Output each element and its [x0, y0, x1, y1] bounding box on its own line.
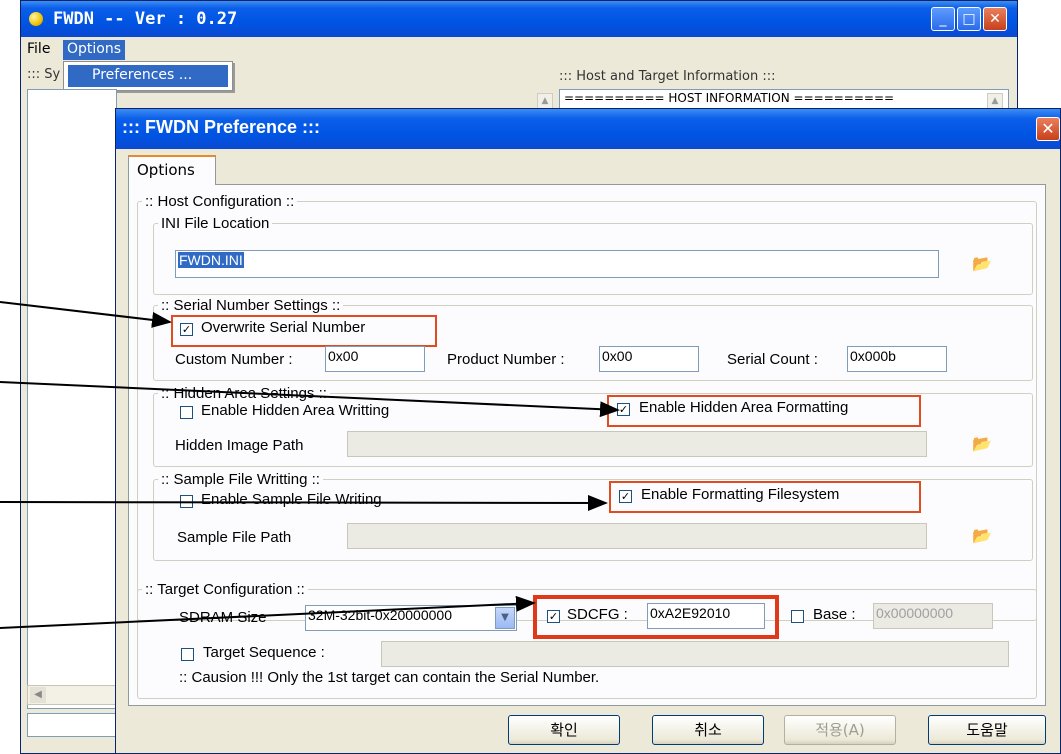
arrow-sdcfg	[0, 595, 536, 629]
annotation-arrows	[0, 301, 620, 629]
arrow-formatting-fs	[0, 494, 608, 511]
arrow-overwrite-serial	[0, 301, 172, 328]
arrow-hidden-formatting	[0, 381, 620, 418]
